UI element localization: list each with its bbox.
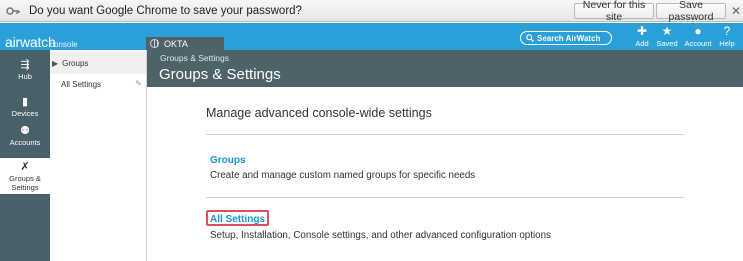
tools-icon: ✗ — [20, 161, 30, 173]
section-heading: Manage advanced console-wide settings — [206, 106, 432, 120]
subnav-item-all-settings[interactable]: All Settings ✎ — [50, 73, 146, 95]
saved-button[interactable]: ★ Saved — [651, 24, 683, 49]
help-icon: ? — [723, 24, 731, 38]
secondary-nav: ▶ Groups All Settings ✎ — [50, 50, 147, 261]
organization-name: OKTA — [164, 38, 188, 49]
subnav-item-label: Groups — [62, 58, 89, 68]
organization-group-selector[interactable]: OKTA — [146, 37, 224, 50]
accounts-icon: ⚉ — [20, 125, 30, 137]
chevron-right-icon: ▶ — [52, 58, 59, 68]
rail-item-label: Accounts — [9, 138, 41, 147]
hub-icon: ⇶ — [20, 59, 30, 71]
page-title: Groups & Settings — [159, 66, 281, 83]
devices-icon: ▮ — [21, 96, 29, 108]
search-button[interactable]: Search AirWatch — [520, 31, 612, 45]
subnav-item-label: All Settings — [61, 79, 102, 89]
key-icon — [5, 3, 21, 19]
account-label: Account — [684, 39, 712, 48]
search-icon — [526, 34, 534, 42]
rail-item-label: Hub — [18, 72, 32, 81]
groups-link[interactable]: Groups — [210, 155, 246, 166]
rail-item-accounts[interactable]: ⚉ Accounts — [0, 125, 50, 147]
save-password-bar: Do you want Google Chrome to save your p… — [0, 0, 743, 23]
groups-description: Create and manage custom named groups fo… — [210, 170, 476, 181]
close-icon[interactable]: ✕ — [731, 4, 741, 18]
main-nav-rail: ⇶ Hub ▮ Devices ⚉ Accounts ✗ Groups & Se… — [0, 50, 50, 261]
search-label: Search AirWatch — [537, 33, 601, 43]
star-icon: ★ — [661, 24, 673, 38]
save-password-message: Do you want Google Chrome to save your p… — [29, 4, 302, 17]
help-button[interactable]: ? Help — [711, 24, 743, 49]
breadcrumb[interactable]: Groups & Settings — [160, 53, 229, 63]
pin-icon[interactable]: ✎ — [135, 79, 142, 88]
globe-icon — [150, 39, 159, 48]
account-button[interactable]: ● Account — [682, 24, 714, 49]
all-settings-link[interactable]: All Settings — [210, 214, 265, 225]
divider — [206, 134, 684, 135]
saved-label: Saved — [656, 39, 678, 48]
rail-item-hub[interactable]: ⇶ Hub — [0, 59, 50, 81]
airwatch-logo[interactable]: airwatch — [5, 34, 56, 50]
rail-item-label-line2: Settings — [11, 183, 39, 192]
help-label: Help — [719, 39, 735, 48]
save-password-button[interactable]: Save password — [656, 0, 726, 23]
add-label: Add — [635, 39, 649, 48]
logo-subtitle: console — [50, 40, 78, 49]
divider — [206, 197, 684, 198]
all-settings-description: Setup, Installation, Console settings, a… — [210, 230, 551, 241]
subnav-item-groups[interactable]: ▶ Groups — [50, 52, 146, 74]
rail-item-groups-settings[interactable]: ✗ Groups & Settings — [0, 158, 50, 194]
page-header: Groups & Settings Groups & Settings — [147, 50, 743, 87]
main-content: Manage advanced console-wide settings Gr… — [147, 87, 743, 261]
person-icon: ● — [694, 24, 702, 38]
app-header: airwatch console OKTA Search AirWatch ✚ … — [0, 23, 743, 50]
rail-item-label: Devices — [11, 109, 39, 118]
rail-item-devices[interactable]: ▮ Devices — [0, 96, 50, 118]
never-for-this-site-button[interactable]: Never for this site — [574, 0, 654, 23]
rail-item-label: Groups & — [9, 174, 41, 183]
